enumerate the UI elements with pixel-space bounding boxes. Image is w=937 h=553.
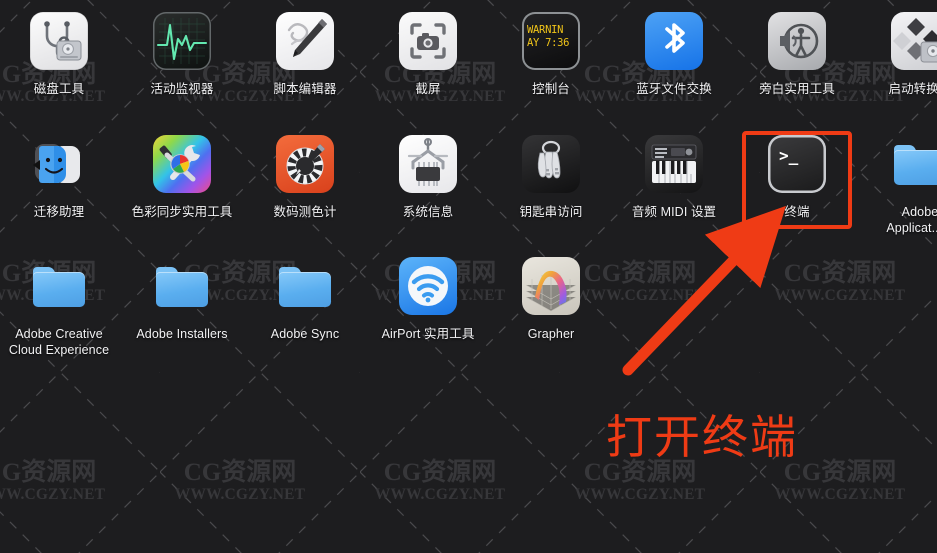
folder-icon [891, 135, 937, 193]
utilities-folder-window: CG资源网WWW.CGZY.NETCG资源网WWW.CGZY.NETCG资源网W… [0, 0, 937, 553]
icon-label: 数码测色计 [273, 205, 337, 219]
3d-surface-icon [522, 257, 580, 315]
midi-keyboard-icon [645, 135, 703, 193]
icon-artwork-wrapper [246, 128, 364, 200]
icon-label: 启动转换助 [888, 82, 937, 96]
icon-item-disk-utility[interactable]: 磁盘工具 [0, 5, 118, 97]
icon-artwork-wrapper [246, 5, 364, 77]
icon-item-adobe-creative-cloud-experience[interactable]: Adobe Creative Cloud Experience [0, 250, 118, 358]
icon-label: Adobe Sync [270, 327, 340, 341]
icon-item-colorsync-utility[interactable]: 色彩同步实用工具 [123, 128, 241, 220]
folder-icon [153, 257, 211, 315]
icon-label: AirPort 实用工具 [381, 327, 475, 341]
icon-label: 截屏 [415, 82, 441, 96]
icon-grid: 磁盘工具 活动监视器 脚本编辑器 截屏 WARNIN AY 7:36 控制台 蓝牙文件… [0, 0, 937, 553]
icon-item-voiceover-utility[interactable]: 旁白实用工具 [738, 5, 856, 97]
terminal-prompt-icon: >_ [768, 135, 826, 193]
terminal-prompt-text: >_ [779, 146, 799, 165]
icon-label: 系统信息 [402, 205, 454, 219]
icon-item-console[interactable]: WARNIN AY 7:36 控制台 [492, 5, 610, 97]
folder-icon [276, 257, 334, 315]
voiceover-person-icon [768, 12, 826, 70]
icon-item-adobe-applications[interactable]: Adobe Applicat...ar [861, 128, 937, 236]
icon-label: Grapher [527, 327, 575, 341]
keys-icon [522, 135, 580, 193]
ekg-monitor-icon [153, 12, 211, 70]
icon-item-bluetooth-exchange[interactable]: 蓝牙文件交换 [615, 5, 733, 97]
camera-crop-icon [399, 12, 457, 70]
icon-artwork-wrapper [123, 250, 241, 322]
icon-item-keychain-access[interactable]: 钥匙串访问 [492, 128, 610, 220]
icon-artwork-wrapper [369, 128, 487, 200]
icon-artwork-wrapper [861, 128, 937, 200]
icon-artwork-wrapper [0, 250, 118, 322]
paper-pen-icon [276, 12, 334, 70]
icon-label: 控制台 [532, 82, 570, 96]
icon-label: 音频 MIDI 设置 [631, 205, 717, 219]
icon-artwork-wrapper [615, 5, 733, 77]
icon-artwork-wrapper [123, 5, 241, 77]
icon-artwork-wrapper [123, 128, 241, 200]
icon-artwork-wrapper [0, 5, 118, 77]
icon-item-audio-midi-setup[interactable]: 音频 MIDI 设置 [615, 128, 733, 220]
icon-label: 终端 [784, 205, 810, 219]
icon-label: 磁盘工具 [33, 82, 85, 96]
icon-label: 活动监视器 [150, 82, 214, 96]
console-log-icon: WARNIN AY 7:36 [522, 12, 580, 70]
icon-label: 迁移助理 [33, 205, 85, 219]
two-faces-icon [30, 135, 88, 193]
icon-artwork-wrapper: >_ [738, 128, 856, 200]
icon-item-migration-assistant[interactable]: 迁移助理 [0, 128, 118, 220]
wifi-icon [399, 257, 457, 315]
icon-item-terminal[interactable]: >_ 终端 [738, 128, 856, 220]
icon-artwork-wrapper [369, 5, 487, 77]
icon-label: 蓝牙文件交换 [636, 82, 712, 96]
icon-artwork-wrapper: WARNIN AY 7:36 [492, 5, 610, 77]
icon-item-adobe-installers[interactable]: Adobe Installers [123, 250, 241, 342]
icon-item-activity-monitor[interactable]: 活动监视器 [123, 5, 241, 97]
icon-item-script-editor[interactable]: 脚本编辑器 [246, 5, 364, 97]
icon-item-digital-color-meter[interactable]: 数码测色计 [246, 128, 364, 220]
bootcamp-diamond-icon [891, 12, 937, 70]
icon-label: 脚本编辑器 [273, 82, 337, 96]
colorsync-wrench-icon [153, 135, 211, 193]
icon-artwork-wrapper [492, 128, 610, 200]
icon-artwork-wrapper [738, 5, 856, 77]
icon-artwork-wrapper [861, 5, 937, 77]
icon-label: Adobe Installers [136, 327, 228, 341]
console-icon-text: WARNIN AY 7:36 [527, 24, 570, 49]
color-meter-dial-icon [276, 135, 334, 193]
icon-artwork-wrapper [615, 128, 733, 200]
icon-item-system-information[interactable]: 系统信息 [369, 128, 487, 220]
icon-item-screenshot[interactable]: 截屏 [369, 5, 487, 97]
icon-artwork-wrapper [369, 250, 487, 322]
icon-item-grapher[interactable]: Grapher [492, 250, 610, 342]
icon-artwork-wrapper [492, 250, 610, 322]
icon-label: 旁白实用工具 [759, 82, 835, 96]
stethoscope-harddrive-icon [30, 12, 88, 70]
icon-item-airport-utility[interactable]: AirPort 实用工具 [369, 250, 487, 342]
icon-item-adobe-sync[interactable]: Adobe Sync [246, 250, 364, 342]
folder-icon [30, 257, 88, 315]
icon-label: 色彩同步实用工具 [131, 205, 233, 219]
icon-artwork-wrapper [246, 250, 364, 322]
icon-artwork-wrapper [0, 128, 118, 200]
icon-item-boot-camp[interactable]: 启动转换助 [861, 5, 937, 97]
icon-label: Adobe Applicat...ar [886, 205, 937, 235]
icon-label: 钥匙串访问 [519, 205, 583, 219]
chip-caliper-icon [399, 135, 457, 193]
icon-label: Adobe Creative Cloud Experience [8, 327, 110, 357]
bluetooth-icon [645, 12, 703, 70]
